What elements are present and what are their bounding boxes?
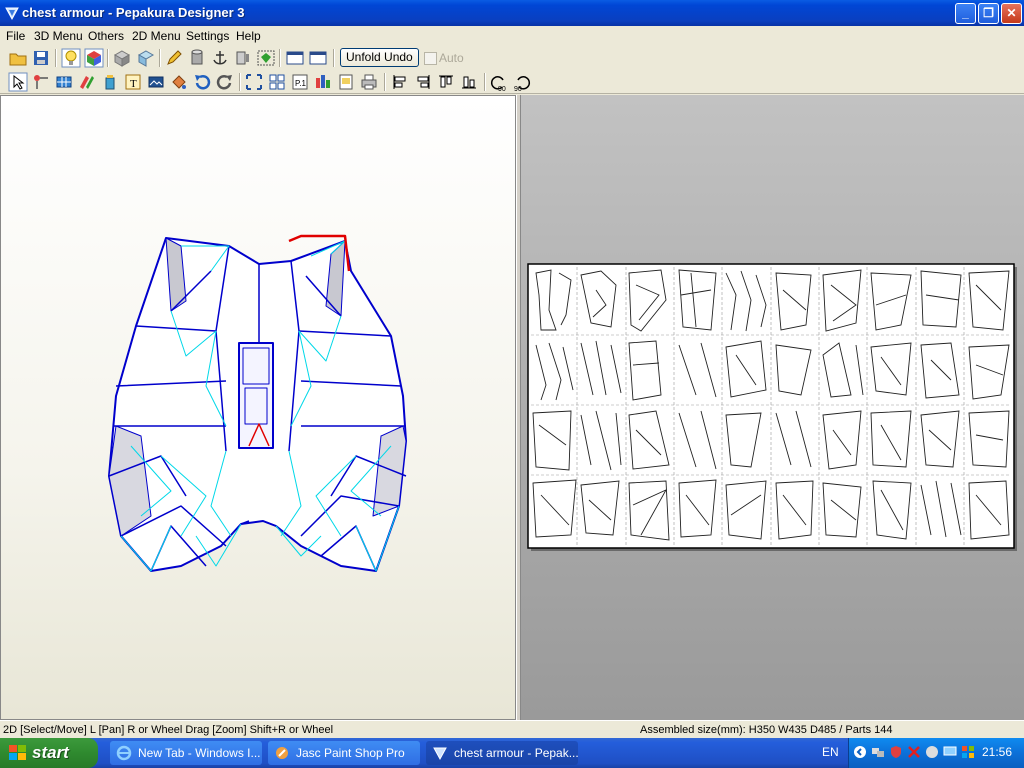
part-icon[interactable]	[233, 48, 253, 68]
page-number-icon[interactable]: P.1	[290, 72, 310, 92]
menu-2d[interactable]: 2D Menu	[130, 28, 183, 44]
bucket-icon[interactable]	[100, 72, 120, 92]
pepakura-icon	[433, 747, 447, 761]
restore-button[interactable]: ❐	[978, 3, 999, 24]
shield-icon[interactable]	[889, 745, 903, 759]
taskbar-item-paintshop[interactable]: Jasc Paint Shop Pro	[268, 741, 420, 765]
align-bottom-icon[interactable]	[459, 72, 479, 92]
open-folder-icon[interactable]	[8, 48, 28, 68]
edit-toolbar: T P.1 90 90	[0, 70, 1024, 94]
select-arrow-icon[interactable]	[8, 72, 28, 92]
single-window-icon[interactable]	[285, 48, 305, 68]
windows-flag-icon	[9, 745, 26, 760]
texture-cube-icon[interactable]	[84, 48, 104, 68]
taskbar: start New Tab - Windows I... Jasc Paint …	[0, 738, 1024, 768]
update-icon[interactable]	[961, 745, 975, 759]
unfolded-parts-sheet	[527, 263, 1017, 551]
taskbar-item-browser[interactable]: New Tab - Windows I...	[110, 741, 262, 765]
main-toolbar: Unfold Undo Auto	[0, 46, 1024, 70]
status-assembled-size: Assembled size(mm): H350 W435 D485 / Par…	[640, 724, 893, 736]
bluetooth-icon[interactable]	[925, 745, 939, 759]
green-shape-icon[interactable]	[256, 48, 276, 68]
antivirus-icon[interactable]	[907, 745, 921, 759]
menu-bar: File 3D Menu Others 2D Menu Settings Hel…	[0, 26, 1024, 46]
arrange-parts-icon[interactable]	[267, 72, 287, 92]
align-top-icon[interactable]	[436, 72, 456, 92]
menu-others[interactable]: Others	[86, 28, 126, 44]
svg-text:P.1: P.1	[295, 79, 307, 88]
network-icon[interactable]	[871, 745, 885, 759]
align-right-icon[interactable]	[413, 72, 433, 92]
svg-text:T: T	[130, 78, 137, 90]
cylinder-icon[interactable]	[187, 48, 207, 68]
save-icon[interactable]	[31, 48, 51, 68]
rotate-left-90-icon[interactable]: 90	[489, 72, 509, 93]
text-tool-icon[interactable]: T	[123, 72, 143, 92]
display-icon[interactable]	[943, 745, 957, 759]
3d-view-pane[interactable]	[0, 95, 516, 720]
parts-layout-icon[interactable]	[313, 72, 333, 92]
redo-arrow-icon[interactable]	[215, 72, 235, 92]
rotate-left-label: 90	[498, 86, 506, 92]
chest-armour-3d-model	[108, 234, 407, 572]
menu-file[interactable]: File	[4, 28, 27, 44]
start-button[interactable]: start	[0, 738, 98, 768]
tray-expand-icon[interactable]	[853, 745, 867, 759]
split-window-icon[interactable]	[308, 48, 328, 68]
language-indicator[interactable]: EN	[822, 745, 839, 759]
start-label: start	[32, 743, 69, 762]
menu-3d[interactable]: 3D Menu	[32, 28, 85, 44]
anchor-icon[interactable]	[210, 48, 230, 68]
title-bar[interactable]: chest armour - Pepakura Designer 3 _ ❐ ✕	[0, 0, 1024, 26]
box-view-icon[interactable]	[112, 48, 132, 68]
align-left-icon[interactable]	[390, 72, 410, 92]
undo-arrow-icon[interactable]	[192, 72, 212, 92]
grid-icon[interactable]	[54, 72, 74, 92]
auto-checkbox[interactable]	[424, 52, 437, 65]
flaps-icon[interactable]	[77, 72, 97, 92]
paint-shop-icon	[276, 747, 288, 759]
rotate-right-label: 90	[514, 86, 522, 92]
unfold-undo-button[interactable]: Unfold Undo	[340, 48, 419, 67]
box-unfold-icon[interactable]	[136, 48, 156, 68]
status-bar: 2D [Select/Move] L [Pan] R or Wheel Drag…	[0, 720, 1024, 738]
image-icon[interactable]	[146, 72, 166, 92]
minimize-button[interactable]: _	[955, 3, 976, 24]
taskbar-item-pepakura[interactable]: chest armour - Pepak...	[426, 741, 578, 765]
join-edge-icon[interactable]	[31, 72, 51, 92]
pencil-icon[interactable]	[164, 48, 184, 68]
rotate-right-90-icon[interactable]: 90	[512, 72, 532, 93]
clock[interactable]: 21:56	[982, 745, 1012, 759]
auto-label: Auto	[439, 51, 464, 65]
printer-icon[interactable]	[359, 72, 379, 92]
system-tray: 21:56	[848, 738, 1024, 768]
status-mode-hint: 2D [Select/Move] L [Pan] R or Wheel Drag…	[3, 724, 334, 736]
fit-page-icon[interactable]	[244, 72, 264, 92]
print-preview-icon[interactable]	[336, 72, 356, 92]
taskbar-item-label: Jasc Paint Shop Pro	[296, 746, 405, 760]
2d-view-pane[interactable]	[521, 95, 1024, 720]
taskbar-item-label: chest armour - Pepak...	[454, 746, 578, 760]
window-title: chest armour - Pepakura Designer 3	[22, 5, 245, 20]
paint-icon[interactable]	[169, 72, 189, 92]
pepakura-app-icon	[5, 7, 19, 21]
close-button[interactable]: ✕	[1001, 3, 1022, 24]
menu-settings[interactable]: Settings	[184, 28, 231, 44]
menu-help[interactable]: Help	[234, 28, 263, 44]
light-bulb-icon[interactable]	[61, 48, 81, 68]
ie-icon	[116, 745, 132, 761]
taskbar-item-label: New Tab - Windows I...	[138, 746, 261, 760]
